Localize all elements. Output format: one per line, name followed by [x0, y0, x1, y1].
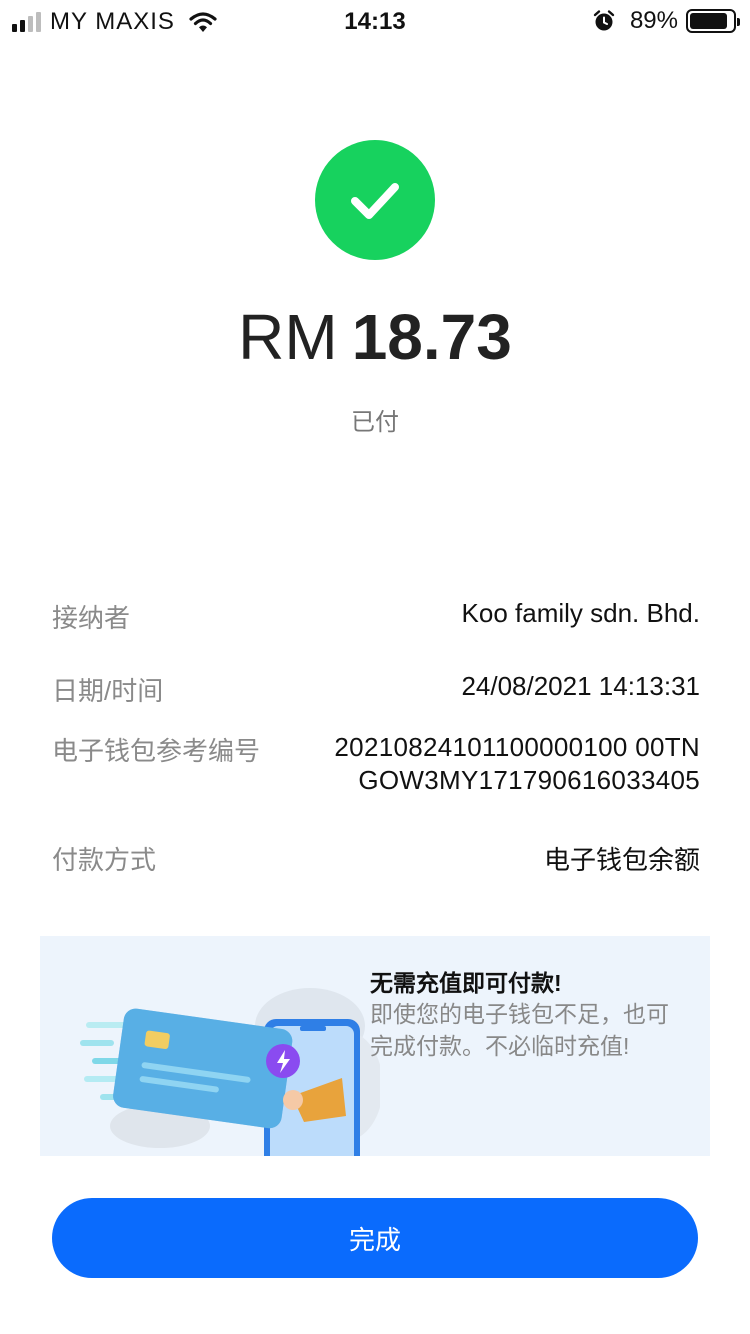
promo-description: 即使您的电子钱包不足，也可完成付款。不必临时充值! — [370, 1001, 669, 1059]
payment-method-value: 电子钱包余额 — [543, 845, 700, 875]
payment-amount: RM 18.73 — [0, 300, 750, 374]
status-right: 89% — [592, 7, 740, 35]
reference-label: 电子钱包参考编号 — [52, 736, 261, 766]
detail-row-reference: 电子钱包参考编号 20210824101100000100 00TN GOW3M… — [52, 731, 700, 840]
datetime-value: 24/08/2021 14:13:31 — [461, 671, 700, 701]
battery-percentage: 89% — [629, 7, 678, 34]
promo-title: 无需充值即可付款! — [370, 970, 562, 996]
detail-row-recipient: 接纳者 Koo family sdn. Bhd. — [52, 598, 700, 671]
status-bar: MY MAXIS 14:13 89% — [0, 0, 750, 42]
card-payment-illustration — [80, 988, 380, 1156]
transaction-details: 接纳者 Koo family sdn. Bhd. 日期/时间 24/08/202… — [52, 598, 700, 877]
recipient-label: 接纳者 — [52, 603, 131, 633]
checkmark-icon — [351, 183, 399, 219]
done-button[interactable]: 完成 — [52, 1198, 698, 1278]
alarm-icon — [593, 10, 615, 31]
reference-value: 20210824101100000100 00TN GOW3MY17179061… — [334, 731, 700, 797]
check-circle-icon — [315, 140, 435, 260]
recipient-value: Koo family sdn. Bhd. — [461, 598, 700, 628]
payment-method-label: 付款方式 — [52, 845, 157, 875]
detail-row-datetime: 日期/时间 24/08/2021 14:13:31 — [52, 671, 700, 731]
battery-icon — [686, 9, 740, 33]
currency-label: RM — [238, 301, 338, 373]
payment-status: 已付 — [351, 409, 399, 436]
battery-fill — [690, 13, 728, 29]
datetime-label: 日期/时间 — [52, 676, 164, 706]
detail-row-payment-method: 付款方式 电子钱包余额 — [52, 840, 700, 877]
promo-banner[interactable]: 无需充值即可付款! 即使您的电子钱包不足，也可完成付款。不必临时充值! — [40, 936, 710, 1156]
reference-line-2: GOW3MY171790616033405 — [358, 765, 700, 795]
amount-value: 18.73 — [351, 301, 512, 373]
reference-line-1: 20210824101100000100 00TN — [334, 732, 700, 762]
